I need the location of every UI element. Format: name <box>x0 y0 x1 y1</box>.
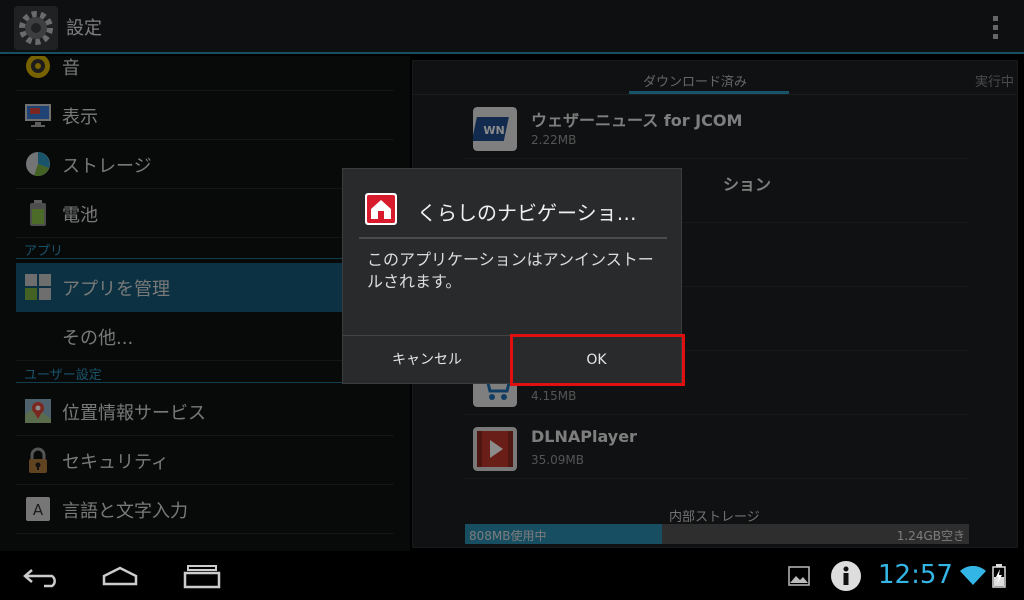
cancel-button[interactable]: キャンセル <box>343 336 512 384</box>
system-bar: 12:57 <box>0 552 1024 600</box>
wifi-icon <box>960 566 986 585</box>
dialog-message: このアプリケーションはアンインストールされます。 <box>367 250 654 291</box>
back-icon[interactable] <box>22 562 62 590</box>
clock: 12:57 <box>878 560 953 590</box>
info-notification-icon[interactable] <box>830 560 862 592</box>
battery-charging-icon <box>992 564 1006 588</box>
kurashi-navigation-app-icon <box>365 193 397 225</box>
dialog-title: くらしのナビゲーショ… <box>417 201 637 225</box>
ok-button-highlight <box>510 334 685 386</box>
dialog-divider <box>359 237 667 239</box>
home-icon[interactable] <box>100 562 140 590</box>
recent-apps-icon[interactable] <box>182 562 222 590</box>
gallery-notification-icon[interactable] <box>788 566 810 586</box>
